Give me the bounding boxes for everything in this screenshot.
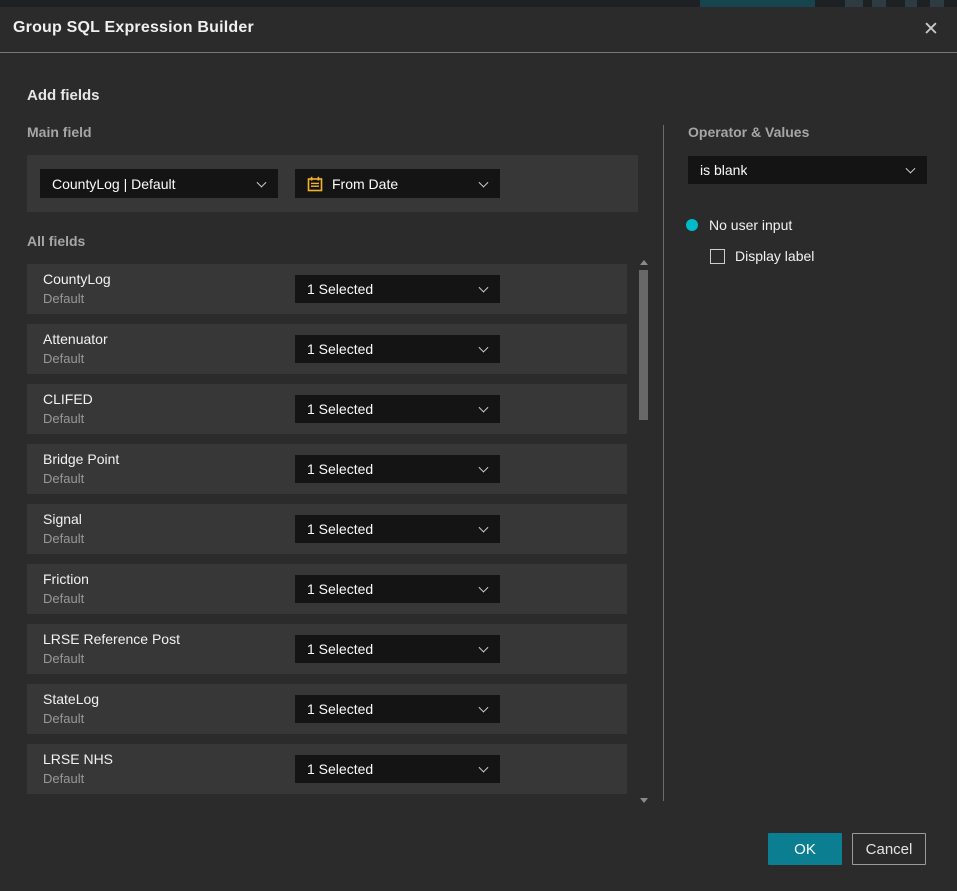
field-selection-dropdown[interactable]: 1 Selected xyxy=(295,455,500,483)
field-name: Signal xyxy=(43,511,82,527)
scrollbar-down-arrow-icon[interactable] xyxy=(640,798,648,803)
all-fields-list: CountyLog Default 1 Selected Attenuator … xyxy=(27,264,627,804)
field-row-bridge-point[interactable]: Bridge Point Default 1 Selected xyxy=(27,444,627,494)
chevron-down-icon xyxy=(479,763,489,773)
field-selection-value: 1 Selected xyxy=(307,341,373,357)
field-row-attenuator[interactable]: Attenuator Default 1 Selected xyxy=(27,324,627,374)
field-sublabel: Default xyxy=(43,291,84,306)
close-icon[interactable]: ✕ xyxy=(918,17,944,43)
field-name: LRSE Reference Post xyxy=(43,631,180,647)
field-row-clifed[interactable]: CLIFED Default 1 Selected xyxy=(27,384,627,434)
field-selection-dropdown[interactable]: 1 Selected xyxy=(295,275,500,303)
field-sublabel: Default xyxy=(43,591,84,606)
field-selection-dropdown[interactable]: 1 Selected xyxy=(295,575,500,603)
operator-select[interactable]: is blank xyxy=(688,156,927,184)
chevron-down-icon xyxy=(479,523,489,533)
field-sublabel: Default xyxy=(43,531,84,546)
no-user-input-label: No user input xyxy=(709,217,792,233)
field-name: Bridge Point xyxy=(43,451,119,467)
field-selection-dropdown[interactable]: 1 Selected xyxy=(295,335,500,363)
field-selection-value: 1 Selected xyxy=(307,521,373,537)
chevron-down-icon xyxy=(479,283,489,293)
chevron-down-icon xyxy=(906,164,916,174)
main-field-layer-select-value: CountyLog | Default xyxy=(52,176,176,192)
main-field-panel: CountyLog | Default From Date xyxy=(27,155,638,212)
field-name: Friction xyxy=(43,571,89,587)
cancel-button[interactable]: Cancel xyxy=(852,833,926,865)
field-name: StateLog xyxy=(43,691,99,707)
chevron-down-icon xyxy=(479,343,489,353)
field-selection-value: 1 Selected xyxy=(307,581,373,597)
group-sql-expression-builder-dialog: Group SQL Expression Builder ✕ Add field… xyxy=(0,0,957,891)
chevron-down-icon xyxy=(257,177,267,187)
field-sublabel: Default xyxy=(43,651,84,666)
background-fragment xyxy=(700,0,815,7)
field-sublabel: Default xyxy=(43,711,84,726)
radio-selected-icon xyxy=(686,219,698,231)
column-divider xyxy=(663,125,664,801)
chevron-down-icon xyxy=(479,463,489,473)
background-fragment xyxy=(872,0,886,7)
chevron-down-icon xyxy=(479,177,489,187)
field-sublabel: Default xyxy=(43,351,84,366)
chevron-down-icon xyxy=(479,583,489,593)
operator-select-value: is blank xyxy=(700,162,747,178)
main-field-field-select-value: From Date xyxy=(332,176,398,192)
field-selection-dropdown[interactable]: 1 Selected xyxy=(295,695,500,723)
field-selection-value: 1 Selected xyxy=(307,641,373,657)
radio-dot xyxy=(689,221,695,229)
field-sublabel: Default xyxy=(43,411,84,426)
field-row-countylog[interactable]: CountyLog Default 1 Selected xyxy=(27,264,627,314)
field-sublabel: Default xyxy=(43,771,84,786)
dialog-title: Group SQL Expression Builder xyxy=(13,19,254,37)
field-name: CountyLog xyxy=(43,271,111,287)
main-field-field-select[interactable]: From Date xyxy=(295,169,500,198)
checkbox-unchecked-icon[interactable] xyxy=(710,249,725,264)
display-label-label: Display label xyxy=(735,248,814,264)
field-name: LRSE NHS xyxy=(43,751,113,767)
scrollbar-thumb[interactable] xyxy=(639,270,648,420)
all-fields-label: All fields xyxy=(27,233,85,249)
main-field-label: Main field xyxy=(27,124,92,140)
main-field-layer-select[interactable]: CountyLog | Default xyxy=(40,169,278,198)
calendar-icon xyxy=(307,176,323,192)
field-row-lrse-nhs[interactable]: LRSE NHS Default 1 Selected xyxy=(27,744,627,794)
field-selection-dropdown[interactable]: 1 Selected xyxy=(295,395,500,423)
field-name: Attenuator xyxy=(43,331,108,347)
operator-values-label: Operator & Values xyxy=(688,124,809,140)
background-app-strip xyxy=(0,0,957,7)
background-fragment xyxy=(845,0,863,7)
no-user-input-radio[interactable]: No user input xyxy=(686,217,792,233)
chevron-down-icon xyxy=(479,403,489,413)
field-selection-dropdown[interactable]: 1 Selected xyxy=(295,635,500,663)
field-selection-value: 1 Selected xyxy=(307,461,373,477)
chevron-down-icon xyxy=(479,703,489,713)
field-sublabel: Default xyxy=(43,471,84,486)
field-row-friction[interactable]: Friction Default 1 Selected xyxy=(27,564,627,614)
field-name: CLIFED xyxy=(43,391,93,407)
field-selection-value: 1 Selected xyxy=(307,761,373,777)
field-selection-dropdown[interactable]: 1 Selected xyxy=(295,515,500,543)
background-fragment xyxy=(930,0,944,7)
chevron-down-icon xyxy=(479,643,489,653)
display-label-checkbox-row[interactable]: Display label xyxy=(710,248,814,264)
field-selection-value: 1 Selected xyxy=(307,281,373,297)
ok-button[interactable]: OK xyxy=(768,833,842,865)
field-selection-value: 1 Selected xyxy=(307,701,373,717)
background-fragment xyxy=(905,0,917,7)
scrollbar-up-arrow-icon[interactable] xyxy=(640,260,648,265)
field-selection-value: 1 Selected xyxy=(307,401,373,417)
add-fields-heading: Add fields xyxy=(27,87,100,104)
field-row-statelog[interactable]: StateLog Default 1 Selected xyxy=(27,684,627,734)
field-row-lrse-reference-post[interactable]: LRSE Reference Post Default 1 Selected xyxy=(27,624,627,674)
list-scrollbar[interactable] xyxy=(637,258,651,805)
field-row-signal[interactable]: Signal Default 1 Selected xyxy=(27,504,627,554)
field-selection-dropdown[interactable]: 1 Selected xyxy=(295,755,500,783)
dialog-header: Group SQL Expression Builder ✕ xyxy=(0,7,957,53)
